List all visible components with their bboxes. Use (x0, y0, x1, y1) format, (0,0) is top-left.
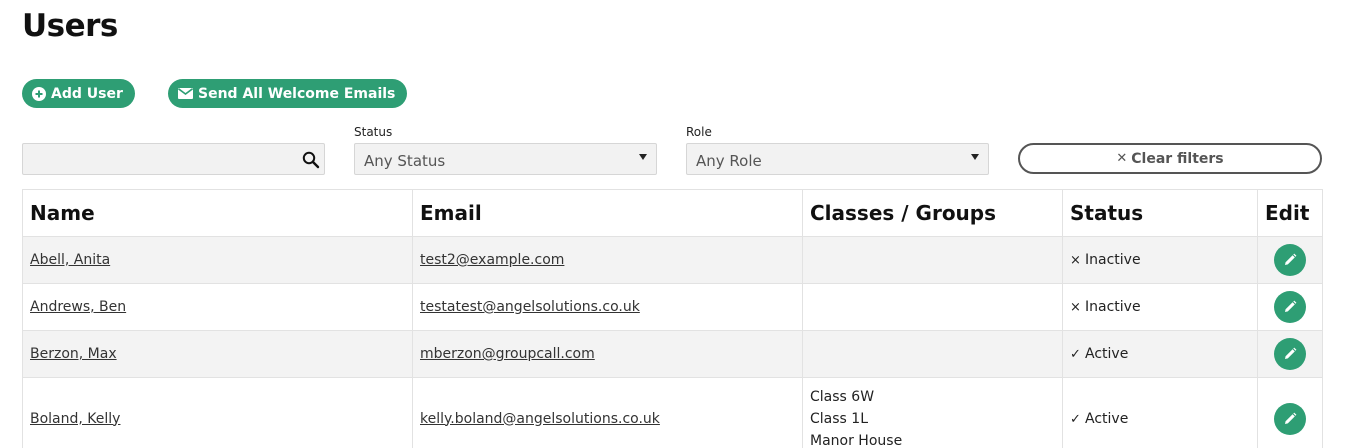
user-groups-cell (802, 330, 1063, 378)
user-email-link[interactable]: testatest@angelsolutions.co.uk (420, 299, 640, 315)
close-icon: × (1070, 253, 1081, 268)
close-icon: ✕ (1116, 151, 1128, 166)
user-name-link[interactable]: Boland, Kelly (30, 411, 120, 427)
group-item: Manor House (810, 432, 903, 448)
edit-user-button[interactable] (1274, 338, 1306, 370)
user-status: Inactive (1085, 252, 1141, 268)
caret-down-icon (971, 154, 979, 160)
user-groups-cell: Class 6W Class 1L Manor House (802, 377, 1063, 448)
check-icon: ✓ (1070, 347, 1081, 362)
user-status: Inactive (1085, 299, 1141, 315)
search-input[interactable] (23, 144, 293, 174)
page-title: Users (22, 8, 118, 44)
role-select-value: Any Role (696, 152, 762, 170)
edit-user-button[interactable] (1274, 244, 1306, 276)
search-field (22, 143, 325, 175)
clear-filters-label: Clear filters (1131, 150, 1224, 167)
table-row: Abell, Anita test2@example.com × Inactive (22, 236, 1323, 284)
envelope-icon (178, 88, 193, 99)
check-icon: ✓ (1070, 411, 1081, 427)
plus-circle-icon (32, 86, 46, 101)
user-name-link[interactable]: Andrews, Ben (30, 299, 126, 315)
column-header-status[interactable]: Status (1062, 189, 1258, 237)
column-header-groups: Classes / Groups (802, 189, 1063, 237)
clear-filters-button[interactable]: ✕ Clear filters (1018, 143, 1322, 174)
column-header-edit: Edit (1257, 189, 1323, 237)
user-status: Active (1085, 410, 1129, 427)
table-row: Andrews, Ben testatest@angelsolutions.co… (22, 283, 1323, 331)
add-user-label: Add User (51, 85, 123, 102)
user-name-link[interactable]: Abell, Anita (30, 252, 110, 268)
pencil-icon (1285, 253, 1297, 265)
search-icon[interactable] (302, 151, 320, 173)
table-row: Berzon, Max mberzon@groupcall.com ✓ Activ… (22, 330, 1323, 378)
pencil-icon (1285, 300, 1297, 312)
user-email-link[interactable]: test2@example.com (420, 252, 564, 268)
pencil-icon (1285, 347, 1297, 359)
column-header-name[interactable]: Name (22, 189, 413, 237)
table-header-row: Name Email Classes / Groups Status Edit (22, 189, 1323, 237)
group-item: Class 6W (810, 388, 875, 405)
role-select[interactable]: Any Role (686, 143, 989, 175)
status-select-value: Any Status (364, 152, 446, 170)
table-row: Boland, Kelly kelly.boland@angelsolution… (22, 377, 1323, 448)
column-header-email[interactable]: Email (412, 189, 803, 237)
status-select[interactable]: Any Status (354, 143, 657, 175)
user-email-link[interactable]: kelly.boland@angelsolutions.co.uk (420, 411, 660, 427)
user-groups-cell (802, 236, 1063, 284)
user-email-link[interactable]: mberzon@groupcall.com (420, 346, 595, 362)
status-filter-label: Status (354, 125, 393, 139)
user-name-link[interactable]: Berzon, Max (30, 346, 117, 362)
edit-user-button[interactable] (1274, 402, 1306, 435)
user-groups-cell (802, 283, 1063, 331)
user-status: Active (1085, 346, 1129, 362)
add-user-button[interactable]: Add User (22, 79, 135, 108)
pencil-icon (1285, 412, 1297, 424)
caret-down-icon (639, 154, 647, 160)
edit-user-button[interactable] (1274, 291, 1306, 323)
close-icon: × (1070, 300, 1081, 315)
role-filter-label: Role (686, 125, 712, 139)
group-item: Class 1L (810, 410, 868, 427)
send-welcome-label: Send All Welcome Emails (198, 85, 396, 102)
users-table: Name Email Classes / Groups Status Edit … (22, 189, 1323, 448)
send-all-welcome-emails-button[interactable]: Send All Welcome Emails (168, 79, 407, 108)
